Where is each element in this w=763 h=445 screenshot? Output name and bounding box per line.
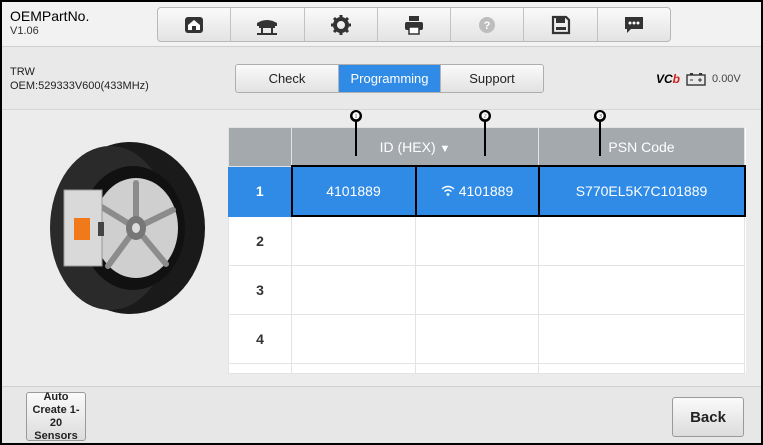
sensor-wireless-id-cell[interactable]: 4101889 [414,165,540,217]
vci-status: VCb 0.00V [656,72,741,86]
row-number: 1 [228,165,292,217]
callout-3-leader [599,122,601,156]
table-row-partial [228,363,745,374]
row-number: 4 [228,314,292,364]
wireless-icon [441,185,455,196]
row-number: 2 [228,215,292,266]
sensor-table: ID (HEX) ▼ PSN Code 1 4101889 4101889 S7… [228,127,746,374]
vehicle-info: TRW OEM:529333V600(433MHz) [10,65,149,93]
callout-1-icon: ❶ [350,110,362,122]
voltage-readout: 0.00V [712,73,741,85]
message-button[interactable] [598,8,670,41]
column-header-id-hex[interactable]: ID (HEX) ▼ [291,127,539,167]
app-window: OEMPartNo. V1.06 ? TRW OEM:529333V600(43… [0,0,763,445]
table-header-row: ID (HEX) ▼ PSN Code [228,127,745,167]
sensor-wireless-id-cell[interactable] [415,265,539,315]
psn-code-cell[interactable]: S770EL5K7C101889 [537,165,746,217]
empty-cell [538,363,745,374]
app-version: V1.06 [10,25,39,37]
table-row[interactable]: 1 4101889 4101889 S770EL5K7C101889 [228,165,746,217]
settings-button[interactable] [305,8,378,41]
info-bar: TRW OEM:529333V600(433MHz) Check Program… [2,47,761,110]
sensor-id-cell[interactable] [291,314,416,364]
bottom-bar: Auto Create 1-20 Sensors Back [2,386,761,443]
help-icon: ? [479,16,496,33]
back-button[interactable]: Back [672,397,744,437]
vci-label: VCb [656,72,681,86]
sensor-id-cell[interactable] [291,265,416,315]
callout-2-icon: ❷ [479,110,491,122]
empty-cell [291,363,416,374]
toolbar-button-group: ? [157,7,671,42]
psn-code-cell[interactable] [538,314,745,364]
psn-code-cell[interactable] [538,215,745,266]
vehicle-lift-icon [257,19,278,35]
table-row[interactable]: 4 [228,314,745,364]
app-title-block: OEMPartNo. V1.06 [10,8,89,38]
callout-3-icon: ❸ [594,110,606,122]
save-icon [551,15,570,34]
function-tabs: Check Programming Support [235,64,544,93]
top-toolbar: OEMPartNo. V1.06 ? [2,2,761,47]
empty-cell [415,363,539,374]
message-icon [624,16,643,33]
svg-text:?: ? [484,20,491,32]
column-header-index [228,127,292,167]
callout-2-leader [484,122,486,156]
tire-wheel-icon [50,142,205,314]
sensor-id-cell[interactable] [291,215,416,266]
home-button[interactable] [158,8,232,41]
tab-support[interactable]: Support [441,65,543,92]
tab-check[interactable]: Check [236,65,339,92]
save-button[interactable] [524,8,598,41]
vehicle-oem: OEM:529333V600(433MHz) [10,80,149,92]
table-row[interactable]: 3 [228,265,745,315]
help-button[interactable]: ? [451,8,525,41]
vehicle-lift-button[interactable] [231,8,305,41]
auto-create-sensors-button[interactable]: Auto Create 1-20 Sensors [26,391,86,442]
gear-icon [330,14,351,35]
sort-arrow-icon: ▼ [439,142,451,155]
row-number: 3 [228,265,292,315]
empty-cell [228,363,292,374]
callout-1-leader [355,122,357,156]
tab-programming[interactable]: Programming [339,65,441,92]
printer-icon [404,15,423,35]
column-header-psn-code: PSN Code [538,127,745,167]
home-icon [185,16,204,33]
app-title: OEMPartNo. [10,8,90,24]
battery-icon [686,73,706,86]
sensor-id-cell[interactable]: 4101889 [290,165,417,217]
main-content: ID (HEX) ▼ PSN Code 1 4101889 4101889 S7… [2,110,761,386]
print-button[interactable] [378,8,452,41]
psn-code-cell[interactable] [538,265,745,315]
table-row[interactable]: 2 [228,215,745,266]
sensor-wireless-id-cell[interactable] [415,314,539,364]
vehicle-make: TRW [10,66,35,78]
sensor-wireless-id-cell[interactable] [415,215,539,266]
